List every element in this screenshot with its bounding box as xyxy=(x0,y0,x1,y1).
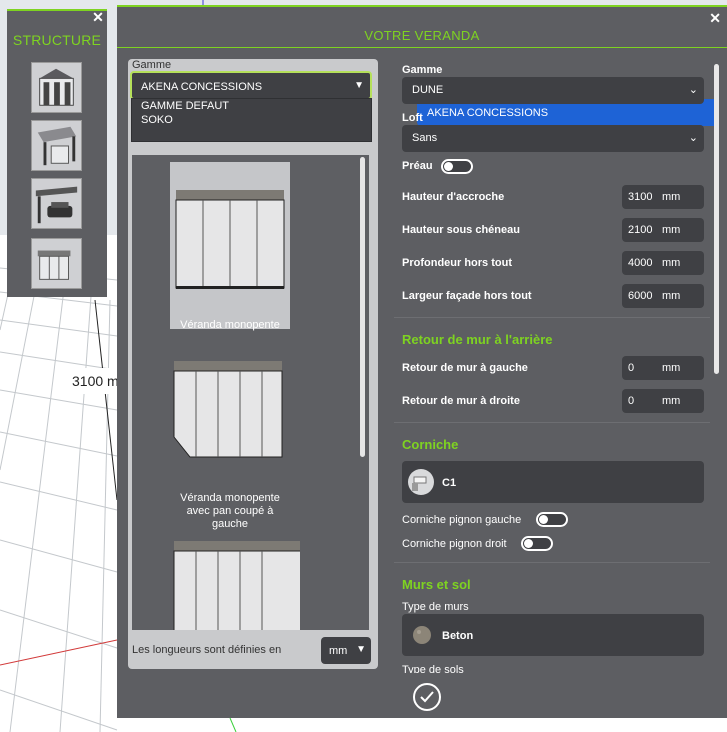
veranda-panel: ✕ VOTRE VERANDA Gamme AKENA CONCESSIONS … xyxy=(117,5,727,718)
section-divider xyxy=(394,422,710,423)
veranda-monopente-icon xyxy=(175,190,285,289)
dimension-label: Hauteur sous chéneau xyxy=(402,224,520,236)
structure-title: STRUCTURE xyxy=(12,32,102,48)
validate-button[interactable] xyxy=(413,683,441,711)
toggle-knob xyxy=(539,515,548,524)
section-divider xyxy=(394,317,710,318)
hauteur-sous-cheneau-input[interactable]: 2100 mm xyxy=(622,218,704,242)
chevron-down-icon: ⌄ xyxy=(688,84,698,96)
corniche-pignon-gauche-toggle[interactable] xyxy=(536,512,568,527)
unit-label: mm xyxy=(662,191,681,203)
type-murs-selector[interactable]: Beton xyxy=(402,614,704,656)
profondeur-input[interactable]: 4000 mm xyxy=(622,251,704,275)
corniche-selector[interactable]: C1 xyxy=(402,461,704,503)
veranda-pan-coupe-icon xyxy=(173,361,283,458)
unit-label: mm xyxy=(662,257,681,269)
units-dropdown[interactable]: mm ▼ xyxy=(321,637,371,664)
units-label: Les longueurs sont définies en xyxy=(132,644,282,656)
beton-texture-icon xyxy=(413,626,431,644)
veranda-house-icon[interactable] xyxy=(31,62,82,113)
model-card-pan-coupe[interactable]: Véranda monopente avec pan coupé à gauch… xyxy=(170,353,290,531)
dimension-label: Hauteur d'accroche xyxy=(402,191,505,203)
corniche-section-title: Corniche xyxy=(402,437,459,452)
model-catalog[interactable]: Véranda monopente Véranda monopente avec… xyxy=(132,155,369,630)
gamme-option[interactable]: GAMME DEFAUT xyxy=(132,99,371,113)
enclosure-icon[interactable] xyxy=(31,238,82,289)
carport-icon[interactable] xyxy=(31,178,82,229)
unit-label: mm xyxy=(662,395,681,407)
chevron-down-icon: ▼ xyxy=(356,644,366,655)
catalog-scrollbar[interactable] xyxy=(360,157,365,457)
close-structure-icon[interactable]: ✕ xyxy=(91,10,105,24)
title-divider xyxy=(117,47,727,48)
gamme-option[interactable]: SOKO xyxy=(132,113,371,127)
settings-scrollbar[interactable] xyxy=(714,64,719,374)
structure-panel: ✕ STRUCTURE xyxy=(7,9,107,297)
unit-label: mm xyxy=(662,362,681,374)
close-veranda-icon[interactable]: ✕ xyxy=(709,10,721,27)
type-murs-value: Beton xyxy=(442,630,474,642)
largeur-input[interactable]: 6000 mm xyxy=(622,284,704,308)
model-catalog-panel: Gamme AKENA CONCESSIONS ▼ AKENA CONCESSI… xyxy=(128,59,719,669)
gamme-right-value: DUNE xyxy=(412,84,444,96)
type-sols-label: Type de sols xyxy=(402,664,464,673)
preau-toggle[interactable] xyxy=(441,159,473,174)
corniche-icon xyxy=(408,469,434,495)
gamme-dropdown[interactable]: AKENA CONCESSIONS ▼ xyxy=(130,71,372,100)
retour-gauche-label: Retour de mur à gauche xyxy=(402,362,528,374)
toggle-knob xyxy=(524,539,533,548)
corniche-value: C1 xyxy=(442,477,457,489)
model-caption: Véranda monopente avec pan coupé à gauch… xyxy=(180,492,280,530)
preau-label: Préau xyxy=(402,160,433,172)
loft-dropdown[interactable]: Sans ⌄ xyxy=(402,125,704,152)
dimension-label: Profondeur hors tout xyxy=(402,257,512,269)
type-murs-label: Type de murs xyxy=(402,601,469,613)
gamme-right-dropdown[interactable]: DUNE ⌄ xyxy=(402,77,704,104)
toggle-knob xyxy=(444,162,453,171)
corniche-pignon-droit-toggle[interactable] xyxy=(521,536,553,551)
input-value: 2100 xyxy=(628,224,653,236)
input-value: 4000 xyxy=(628,257,653,269)
gamme-right-label: Gamme xyxy=(402,64,443,76)
gamme-dropdown-value: AKENA CONCESSIONS xyxy=(141,81,263,93)
gamme-label: Gamme xyxy=(132,59,172,71)
units-value: mm xyxy=(329,645,348,657)
input-value: 3100 xyxy=(628,191,653,203)
loft-value: Sans xyxy=(412,132,438,144)
retour-droite-input[interactable]: 0 mm xyxy=(622,389,704,413)
murs-sol-section-title: Murs et sol xyxy=(402,577,471,592)
input-value: 0 xyxy=(628,362,635,374)
pergola-icon[interactable] xyxy=(31,120,82,171)
chevron-down-icon: ⌄ xyxy=(688,132,698,144)
retour-droite-label: Retour de mur à droite xyxy=(402,395,520,407)
retour-gauche-input[interactable]: 0 mm xyxy=(622,356,704,380)
unit-label: mm xyxy=(662,224,681,236)
unit-label: mm xyxy=(662,290,681,302)
model-card-monopente[interactable]: Véranda monopente xyxy=(170,162,290,331)
model-card-third[interactable] xyxy=(170,535,311,630)
section-divider xyxy=(394,562,710,563)
hauteur-accroche-input[interactable]: 3100 mm xyxy=(622,185,704,209)
loft-label: Loft xyxy=(402,112,423,124)
chevron-down-icon: ▼ xyxy=(354,80,364,91)
retour-section-title: Retour de mur à l'arrière xyxy=(402,332,553,347)
veranda-model-icon xyxy=(173,541,311,630)
dimension-label: Largeur façade hors tout xyxy=(402,290,532,302)
checkmark-icon xyxy=(420,691,434,703)
gamme-options-list: AKENA CONCESSIONS GAMME DEFAUT SOKO xyxy=(131,98,719,142)
panel-title: VOTRE VERANDA xyxy=(364,28,480,43)
input-value: 0 xyxy=(628,395,635,407)
corniche-pignon-gauche-label: Corniche pignon gauche xyxy=(402,514,522,526)
corniche-pignon-droit-label: Corniche pignon droit xyxy=(402,538,507,550)
model-caption: Véranda monopente xyxy=(180,319,280,331)
input-value: 6000 xyxy=(628,290,653,302)
